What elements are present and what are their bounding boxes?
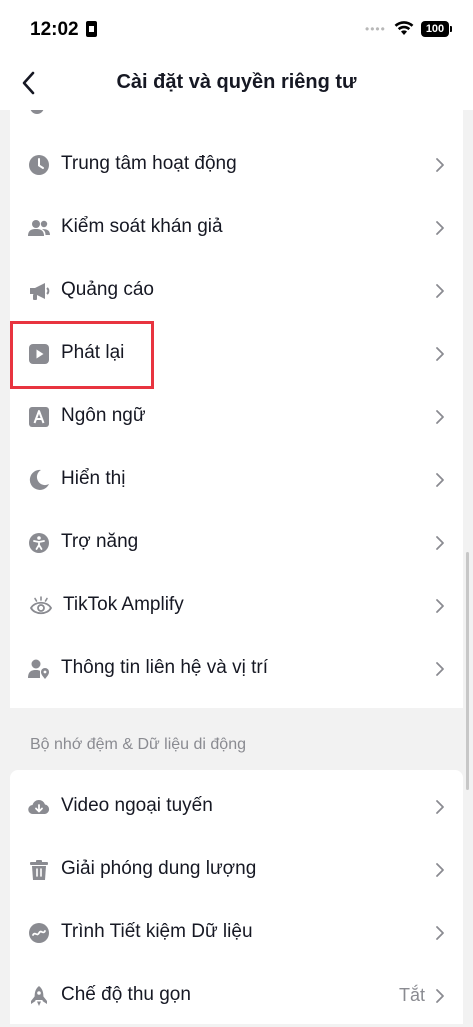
chevron-right-icon bbox=[436, 284, 444, 298]
chevron-right-icon bbox=[436, 989, 444, 1003]
cloud-download-icon bbox=[28, 800, 50, 815]
status-time: 12:02 bbox=[30, 19, 79, 40]
settings-item-data-saver[interactable]: Trình Tiết kiệm Dữ liệu bbox=[10, 901, 463, 964]
settings-item-label: Quảng cáo bbox=[61, 279, 154, 300]
data-saver-icon bbox=[29, 923, 49, 943]
section-header-cache: Bộ nhớ đệm & Dữ liệu di động bbox=[30, 736, 246, 753]
chevron-right-icon bbox=[436, 536, 444, 550]
settings-item-lite-mode[interactable]: Chế độ thu gọn Tắt bbox=[10, 964, 463, 1027]
eye-icon bbox=[29, 596, 53, 615]
settings-item-ads[interactable]: Quảng cáo bbox=[10, 259, 463, 322]
settings-item-label: Trình Tiết kiệm Dữ liệu bbox=[61, 921, 253, 942]
rocket-icon bbox=[31, 986, 47, 1006]
chevron-right-icon bbox=[436, 221, 444, 235]
chevron-right-icon bbox=[436, 662, 444, 676]
settings-item-activity-center[interactable]: Trung tâm hoạt động bbox=[10, 133, 463, 196]
chevron-right-icon bbox=[436, 347, 444, 361]
language-a-icon bbox=[29, 407, 49, 427]
contact-location-icon bbox=[28, 659, 49, 679]
settings-item-label: Kiểm soát khán giả bbox=[61, 216, 223, 237]
settings-item-label: Giải phóng dung lượng bbox=[61, 858, 257, 879]
people-icon bbox=[28, 220, 50, 236]
settings-item-label: Trợ năng bbox=[61, 531, 139, 552]
partial-row-icon bbox=[30, 110, 70, 120]
wifi-icon bbox=[394, 21, 414, 35]
settings-item-label: Thông tin liên hệ và vị trí bbox=[61, 657, 268, 678]
sim-icon bbox=[86, 21, 97, 37]
highlight-box bbox=[10, 321, 154, 389]
chevron-right-icon bbox=[436, 926, 444, 940]
settings-item-label: Trung tâm hoạt động bbox=[61, 153, 237, 174]
chevron-right-icon bbox=[436, 863, 444, 877]
scrollbar[interactable] bbox=[466, 552, 469, 790]
settings-item-tiktok-amplify[interactable]: TikTok Amplify bbox=[10, 574, 463, 637]
status-bar: 12:02 •••• 100 bbox=[0, 0, 473, 58]
settings-item-contact-location[interactable]: Thông tin liên hệ và vị trí bbox=[10, 637, 463, 700]
moon-icon bbox=[29, 469, 49, 490]
settings-card: Trung tâm hoạt động Kiểm soát khán giả Q… bbox=[10, 110, 463, 708]
settings-item-display[interactable]: Hiển thị bbox=[10, 448, 463, 511]
chevron-right-icon bbox=[436, 158, 444, 172]
signal-dots-icon: •••• bbox=[365, 22, 386, 36]
settings-item-free-up-space[interactable]: Giải phóng dung lượng bbox=[10, 838, 463, 901]
settings-item-label: Hiển thị bbox=[61, 468, 126, 489]
nav-bar: Cài đặt và quyền riêng tư bbox=[0, 58, 473, 110]
settings-item-language[interactable]: Ngôn ngữ bbox=[10, 385, 463, 448]
settings-item-offline-videos[interactable]: Video ngoại tuyến bbox=[10, 775, 463, 838]
chevron-right-icon bbox=[436, 473, 444, 487]
settings-item-label: Video ngoại tuyến bbox=[61, 795, 213, 816]
settings-item-accessibility[interactable]: Trợ năng bbox=[10, 511, 463, 574]
settings-item-audience-controls[interactable]: Kiểm soát khán giả bbox=[10, 196, 463, 259]
battery-icon: 100 bbox=[421, 21, 452, 37]
chevron-right-icon bbox=[436, 800, 444, 814]
settings-item-label: Chế độ thu gọn bbox=[61, 984, 191, 1005]
settings-item-label: TikTok Amplify bbox=[63, 594, 184, 615]
chevron-right-icon bbox=[436, 410, 444, 424]
chevron-right-icon bbox=[436, 599, 444, 613]
page-title: Cài đặt và quyền riêng tư bbox=[116, 71, 357, 93]
megaphone-icon bbox=[30, 283, 50, 300]
settings-item-value: Tắt bbox=[398, 985, 425, 1005]
settings-item-label: Ngôn ngữ bbox=[61, 405, 146, 426]
accessibility-icon bbox=[29, 533, 49, 553]
clock-icon bbox=[29, 155, 49, 175]
cache-card: Video ngoại tuyến Giải phóng dung lượng … bbox=[10, 770, 463, 1024]
trash-icon bbox=[30, 860, 48, 880]
